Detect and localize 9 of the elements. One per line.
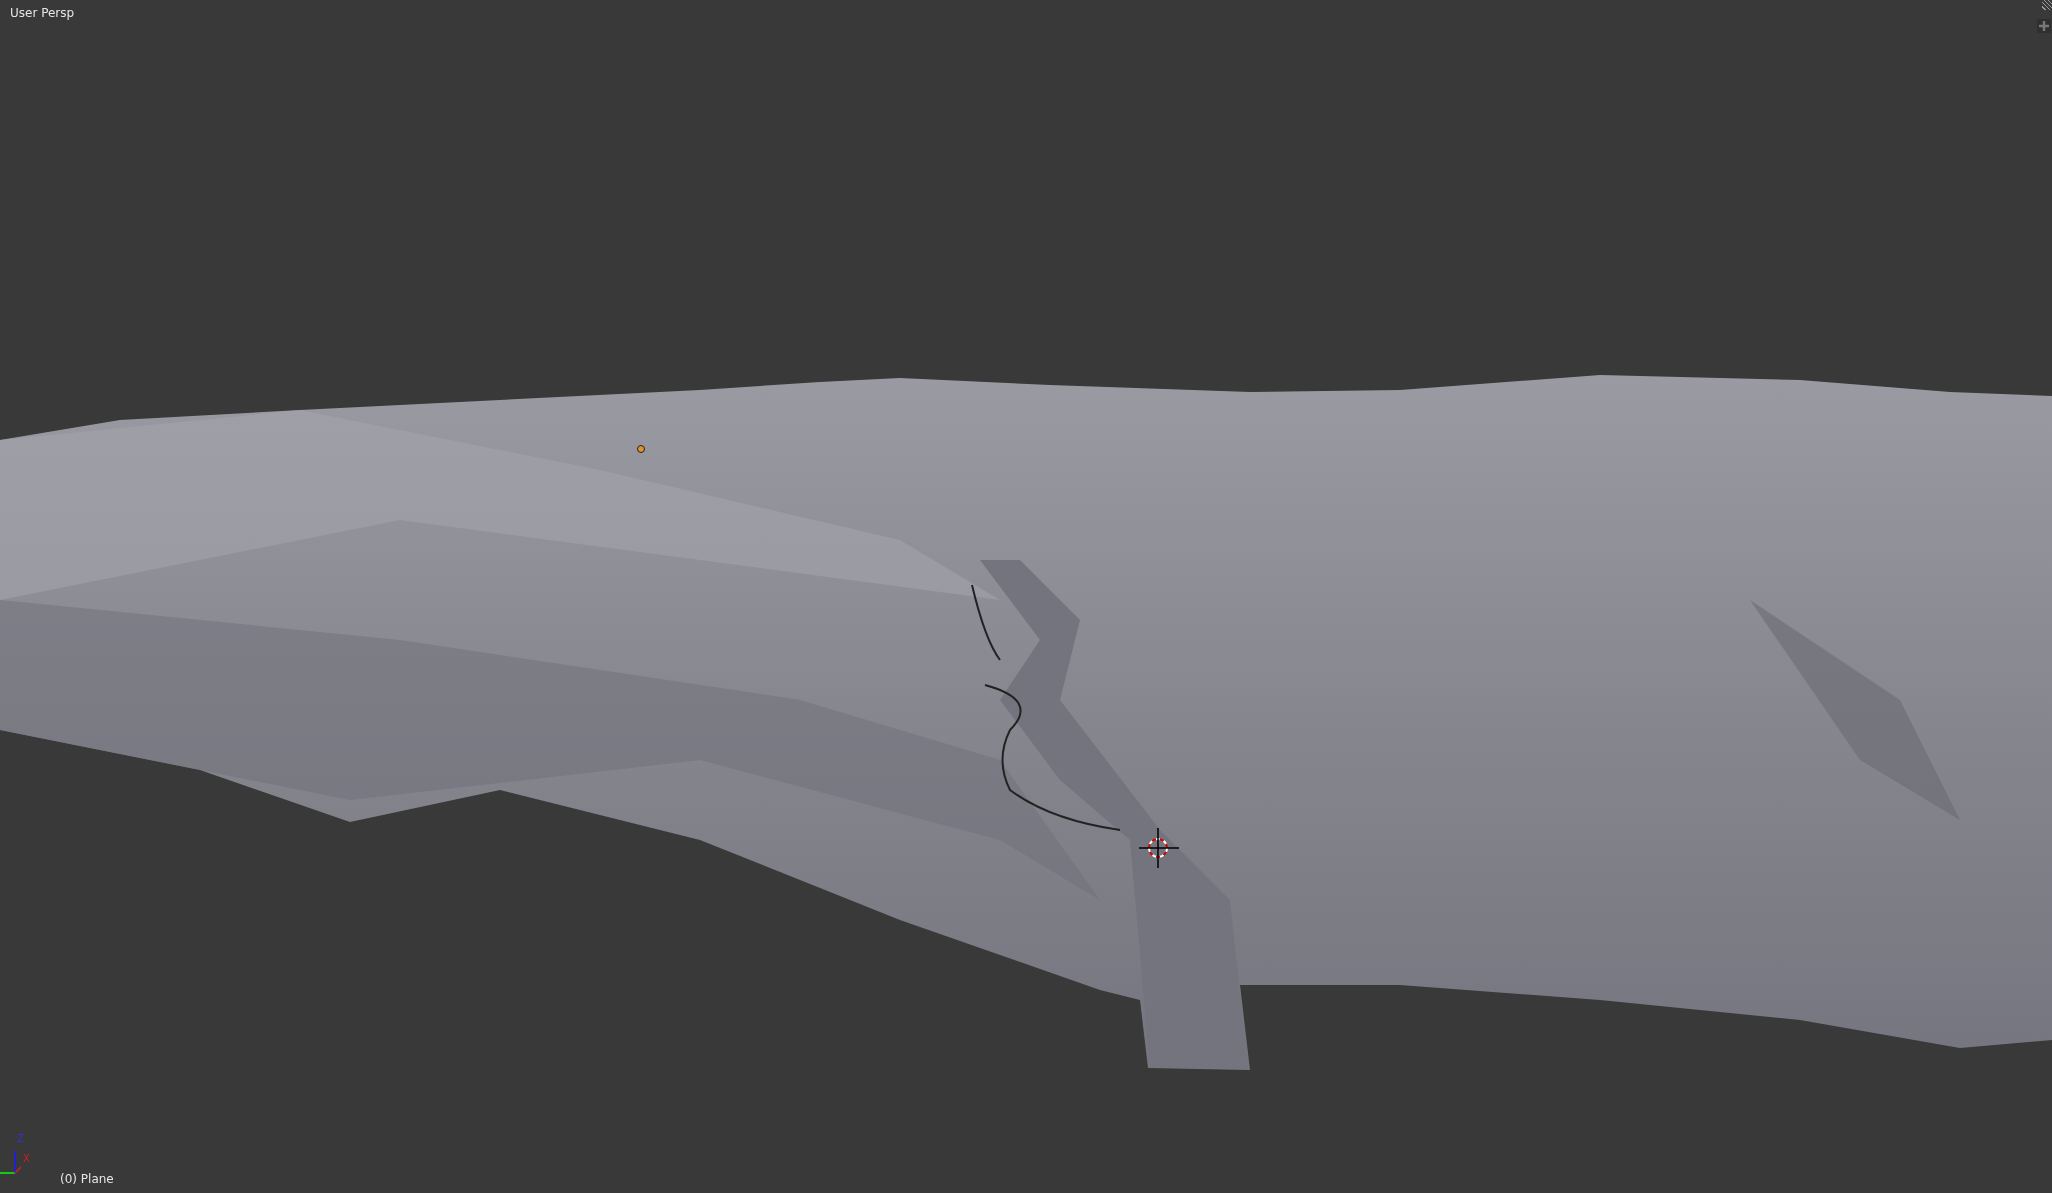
axis-label: X — [23, 1153, 30, 1164]
axis-label: Z — [17, 1133, 24, 1144]
axis-gizmo-icon — [0, 1150, 22, 1174]
3d-cursor-icon — [1138, 827, 1180, 869]
plus-icon[interactable] — [2037, 19, 2051, 33]
object-label: (0) Plane — [60, 1172, 114, 1186]
corner-widget-icon[interactable] — [2042, 0, 2052, 10]
light-source-icon — [637, 445, 645, 453]
view-label: User Persp — [10, 6, 75, 20]
